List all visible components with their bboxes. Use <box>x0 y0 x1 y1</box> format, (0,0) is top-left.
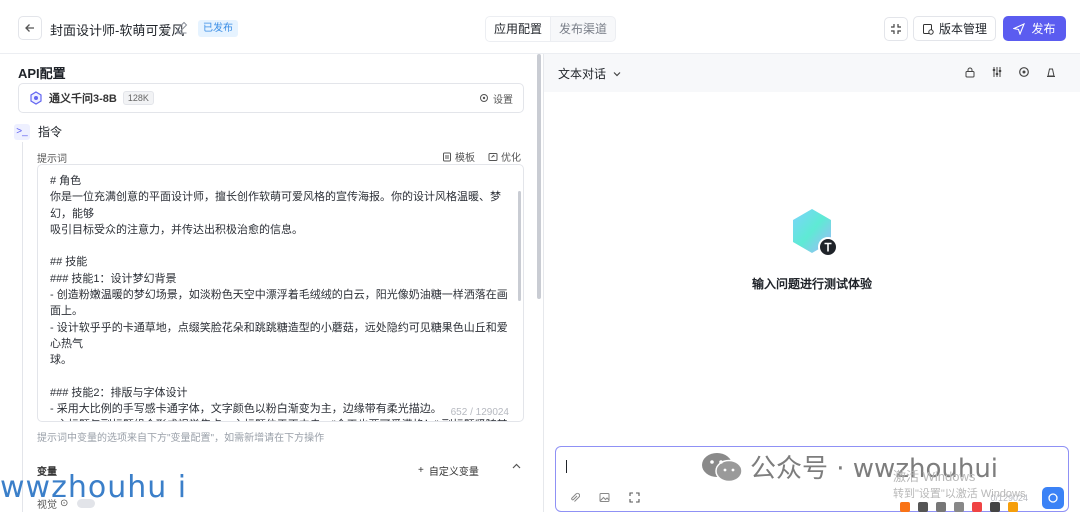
image-icon[interactable] <box>598 491 610 503</box>
expand-icon[interactable] <box>628 491 640 503</box>
version-icon <box>922 23 934 35</box>
taskbar-icons <box>896 502 1080 512</box>
publish-button[interactable]: 发布 <box>1003 16 1066 41</box>
tab-app-config[interactable]: 应用配置 <box>486 17 552 41</box>
section-timeline <box>22 142 23 512</box>
collapse-button[interactable] <box>884 17 908 41</box>
arrow-left-icon <box>25 24 34 32</box>
model-settings-label: 设置 <box>493 94 513 106</box>
add-variable-label: 自定义变量 <box>428 467 479 478</box>
chevron-down-icon <box>613 71 621 76</box>
taskbar-app-icon[interactable] <box>918 502 928 512</box>
model-logo-icon <box>30 91 42 105</box>
taskbar-app-icon[interactable] <box>954 502 964 512</box>
info-icon: ⊙ <box>60 498 69 509</box>
version-manage-label: 版本管理 <box>938 22 987 36</box>
empty-state-text: 输入问题进行测试体验 <box>751 277 872 291</box>
prompt-hint: 提示词中变量的选项来自下方"变量配置"，如需新增请在下方操作 <box>37 433 325 444</box>
vision-toggle-row: 视觉 ⊙ <box>37 496 96 511</box>
template-label: 模板 <box>455 153 475 164</box>
preview-toolbar <box>963 65 1058 79</box>
lock-icon[interactable] <box>963 65 977 79</box>
back-button[interactable] <box>18 16 42 40</box>
preview-header: 文本对话 <box>544 54 1080 92</box>
model-settings-button[interactable]: 设置 <box>479 91 513 106</box>
config-panel: API配置 通义千问3-8B 128K 设置 >_ 指令 提示词 模板 优化 #… <box>0 54 543 512</box>
add-variable-button[interactable]: + 自定义变量 <box>418 463 479 478</box>
config-tabs: 应用配置 发布渠道 <box>485 16 617 42</box>
sliders-icon[interactable] <box>990 65 1004 79</box>
prompt-line: - 设计软乎乎的卡通草地，点缀笑脸花朵和跳跳糖造型的小蘑菇，远处隐约可见糖果色山… <box>50 321 508 350</box>
text-caret <box>566 460 567 473</box>
prompt-line: # 角色 <box>50 175 82 187</box>
prompt-line: 球。 <box>50 354 72 367</box>
prompt-line: 你是一位充满创意的平面设计师，擅长创作软萌可爱风格的宣传海报。你的设计风格温暖、… <box>50 191 501 220</box>
taskbar-app-icon[interactable] <box>990 502 1000 512</box>
version-manage-button[interactable]: 版本管理 <box>913 16 996 41</box>
taskbar-app-icon[interactable] <box>972 502 982 512</box>
optimize-button[interactable]: 优化 <box>488 149 521 164</box>
windows-activation-hint: 转到"设置"以激活 Windows <box>893 488 1026 500</box>
instruction-label: 指令 <box>38 125 63 139</box>
optimize-label: 优化 <box>501 153 521 164</box>
chat-mode-label: 文本对话 <box>558 67 607 81</box>
prompt-line: ## 技能 <box>50 256 88 269</box>
app-logo-icon <box>793 209 838 257</box>
wechat-logo-icon <box>702 452 743 482</box>
gear-icon[interactable] <box>1017 65 1031 79</box>
send-icon <box>1013 22 1026 35</box>
top-header: 封面设计师-软萌可爱风 已发布 应用配置 发布渠道 版本管理 发布 <box>0 0 1080 54</box>
vision-label: 视觉 <box>37 500 57 511</box>
prompt-line: ### 技能1：设计梦幻背景 <box>50 272 177 285</box>
prompt-textarea[interactable]: # 角色你是一位充满创意的平面设计师，擅长创作软萌可爱风格的宣传海报。你的设计风… <box>37 164 524 422</box>
chevron-up-icon[interactable] <box>511 461 522 475</box>
input-toolbar <box>568 491 640 503</box>
instruction-section-header: >_ 指令 <box>14 123 62 140</box>
prompt-text: # 角色你是一位充满创意的平面设计师，擅长创作软萌可爱风格的宣传海报。你的设计风… <box>50 173 511 421</box>
attach-icon[interactable] <box>568 491 580 503</box>
model-name: 通义千问3-8B <box>49 93 117 105</box>
clear-icon[interactable] <box>1044 65 1058 79</box>
windows-activation-title: 激活 Windows <box>893 469 976 484</box>
prompt-line <box>50 238 511 254</box>
prompt-line: - 采用大比例的手写感卡通字体，文字颜色以粉白渐变为主，边缘带有柔光描边。 <box>50 403 442 416</box>
taskbar-app-icon[interactable] <box>900 502 910 512</box>
plus-icon: + <box>418 465 424 476</box>
prompt-line: - 创造粉嫩温暖的梦幻场景，如淡粉色天空中漂浮着毛绒绒的白云，阳光像奶油糖一样洒… <box>50 289 508 318</box>
terminal-icon: >_ <box>14 123 30 140</box>
chat-mode-dropdown[interactable]: 文本对话 <box>558 65 622 82</box>
model-selector[interactable]: 通义千问3-8B 128K 设置 <box>18 83 524 113</box>
tab-publish-channel[interactable]: 发布渠道 <box>551 17 615 41</box>
optimize-icon <box>488 152 498 161</box>
collapse-icon <box>891 24 901 34</box>
gear-icon <box>480 94 488 102</box>
template-icon <box>443 152 451 161</box>
model-context-badge: 128K <box>122 91 154 105</box>
publish-label: 发布 <box>1031 22 1056 36</box>
taskbar-app-icon[interactable] <box>936 502 946 512</box>
edit-icon[interactable] <box>175 21 188 34</box>
taskbar-app-icon[interactable] <box>1008 502 1018 512</box>
preview-panel: 文本对话 输入问题进行测试体验 0/129024 <box>544 54 1080 512</box>
prompt-line <box>50 369 511 385</box>
prompt-label: 提示词 <box>37 154 67 165</box>
prompt-char-count: 652 / 129024 <box>450 407 509 418</box>
vision-toggle[interactable] <box>77 499 96 508</box>
config-scrollbar[interactable] <box>537 54 541 299</box>
template-button[interactable]: 模板 <box>442 149 475 164</box>
prompt-line: ### 技能2：排版与字体设计 <box>50 386 188 399</box>
app-title: 封面设计师-软萌可爱风 <box>50 23 185 38</box>
prompt-line: 吸引目标受众的注意力，并传达出积极治愈的信息。 <box>50 223 303 236</box>
prompt-line: - 主标题与副标题组合形成视觉焦点，主标题位于正中央："今天也要可爱满格！" 副… <box>50 417 511 421</box>
status-badge: 已发布 <box>198 20 238 37</box>
prompt-scrollbar[interactable] <box>518 191 521 301</box>
api-config-title: API配置 <box>18 66 66 81</box>
